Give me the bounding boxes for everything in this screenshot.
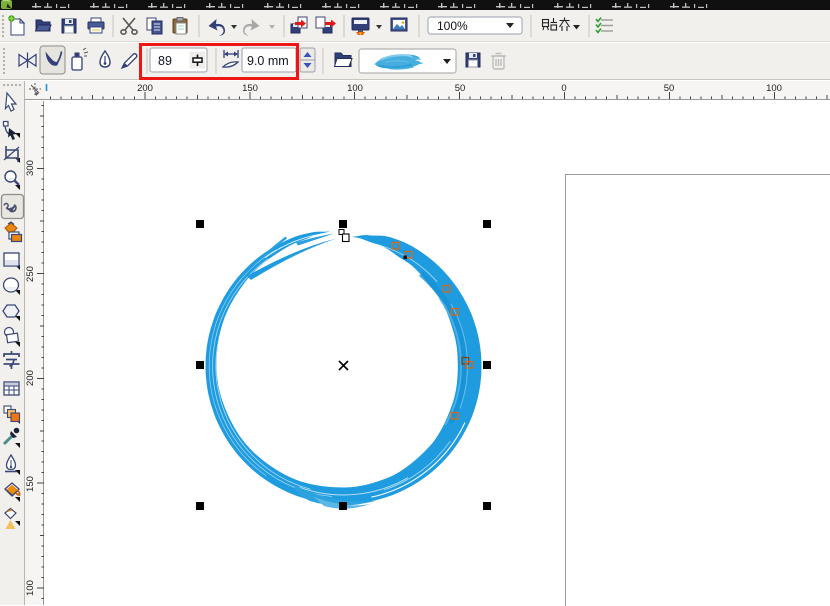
svg-text:100: 100 — [766, 83, 782, 94]
svg-text:100: 100 — [347, 83, 363, 94]
svg-text:100: 100 — [25, 580, 36, 596]
svg-text:50: 50 — [664, 83, 675, 94]
svg-text:150: 150 — [25, 476, 36, 492]
svg-text:200: 200 — [137, 83, 153, 94]
svg-text:250: 250 — [25, 266, 36, 282]
svg-text:300: 300 — [25, 160, 36, 176]
svg-text:50: 50 — [455, 83, 466, 94]
svg-text:150: 150 — [242, 83, 258, 94]
svg-text:100%: 100% — [437, 19, 468, 33]
svg-text:200: 200 — [25, 370, 36, 386]
svg-text:0: 0 — [561, 83, 566, 94]
